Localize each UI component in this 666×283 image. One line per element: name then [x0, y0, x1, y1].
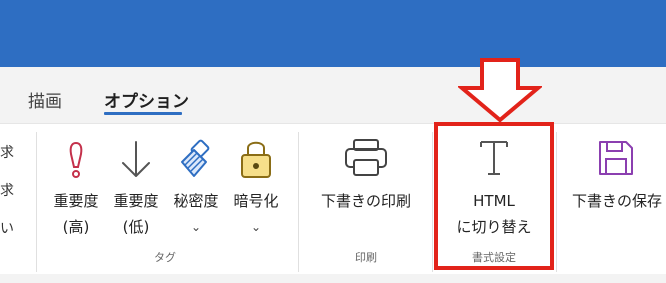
button-label: (低)	[122, 218, 150, 236]
active-tab-indicator	[104, 112, 182, 115]
printer-icon	[345, 139, 387, 176]
importance-high-button[interactable]: 重要度 (高)	[46, 124, 106, 244]
cut-off-text: 求	[0, 183, 14, 199]
save-draft-button[interactable]: 下書きの保存	[566, 124, 666, 244]
tab-draw[interactable]: 描画	[28, 87, 62, 112]
encrypt-button[interactable]: 暗号化 ⌄	[226, 124, 286, 244]
button-label: 重要度	[113, 192, 159, 210]
highlight-box	[434, 122, 554, 270]
exclamation-icon	[69, 141, 83, 178]
arrow-down-icon	[122, 141, 150, 177]
button-label: 下書きの保存	[572, 192, 663, 210]
ribbon-tab-bar: 描画 オプション	[0, 67, 666, 123]
chevron-down-icon: ⌄	[250, 220, 262, 234]
save-icon	[599, 141, 633, 175]
group-label-tag: タグ	[154, 251, 176, 264]
cut-off-text: 求	[0, 145, 14, 161]
sensitivity-button[interactable]: 秘密度 ⌄	[166, 124, 226, 244]
brush-icon	[181, 139, 210, 177]
button-label: (高)	[62, 218, 90, 236]
group-separator	[556, 132, 557, 272]
importance-low-button[interactable]: 重要度 (低)	[106, 124, 166, 244]
chevron-down-icon: ⌄	[190, 220, 202, 234]
group-separator	[432, 132, 433, 272]
print-draft-button[interactable]: 下書きの印刷	[306, 124, 426, 244]
title-bar	[0, 0, 666, 67]
lock-icon	[241, 141, 271, 178]
down-arrow-annotation-icon	[458, 58, 542, 122]
group-label-print: 印刷	[355, 251, 377, 264]
group-separator	[298, 132, 299, 272]
tab-options[interactable]: オプション	[104, 87, 189, 112]
button-label: 暗号化	[233, 192, 279, 210]
button-label: 下書きの印刷	[320, 192, 411, 210]
group-separator	[36, 132, 37, 272]
ribbon-panel: 求 求 い 重要度 (高) 重要度 (低) 秘密度 ⌄ 暗号化 ⌄ タグ 下書き…	[0, 123, 666, 274]
cut-off-text: い	[0, 221, 14, 237]
button-label: 重要度	[53, 192, 99, 210]
button-label: 秘密度	[173, 192, 219, 210]
